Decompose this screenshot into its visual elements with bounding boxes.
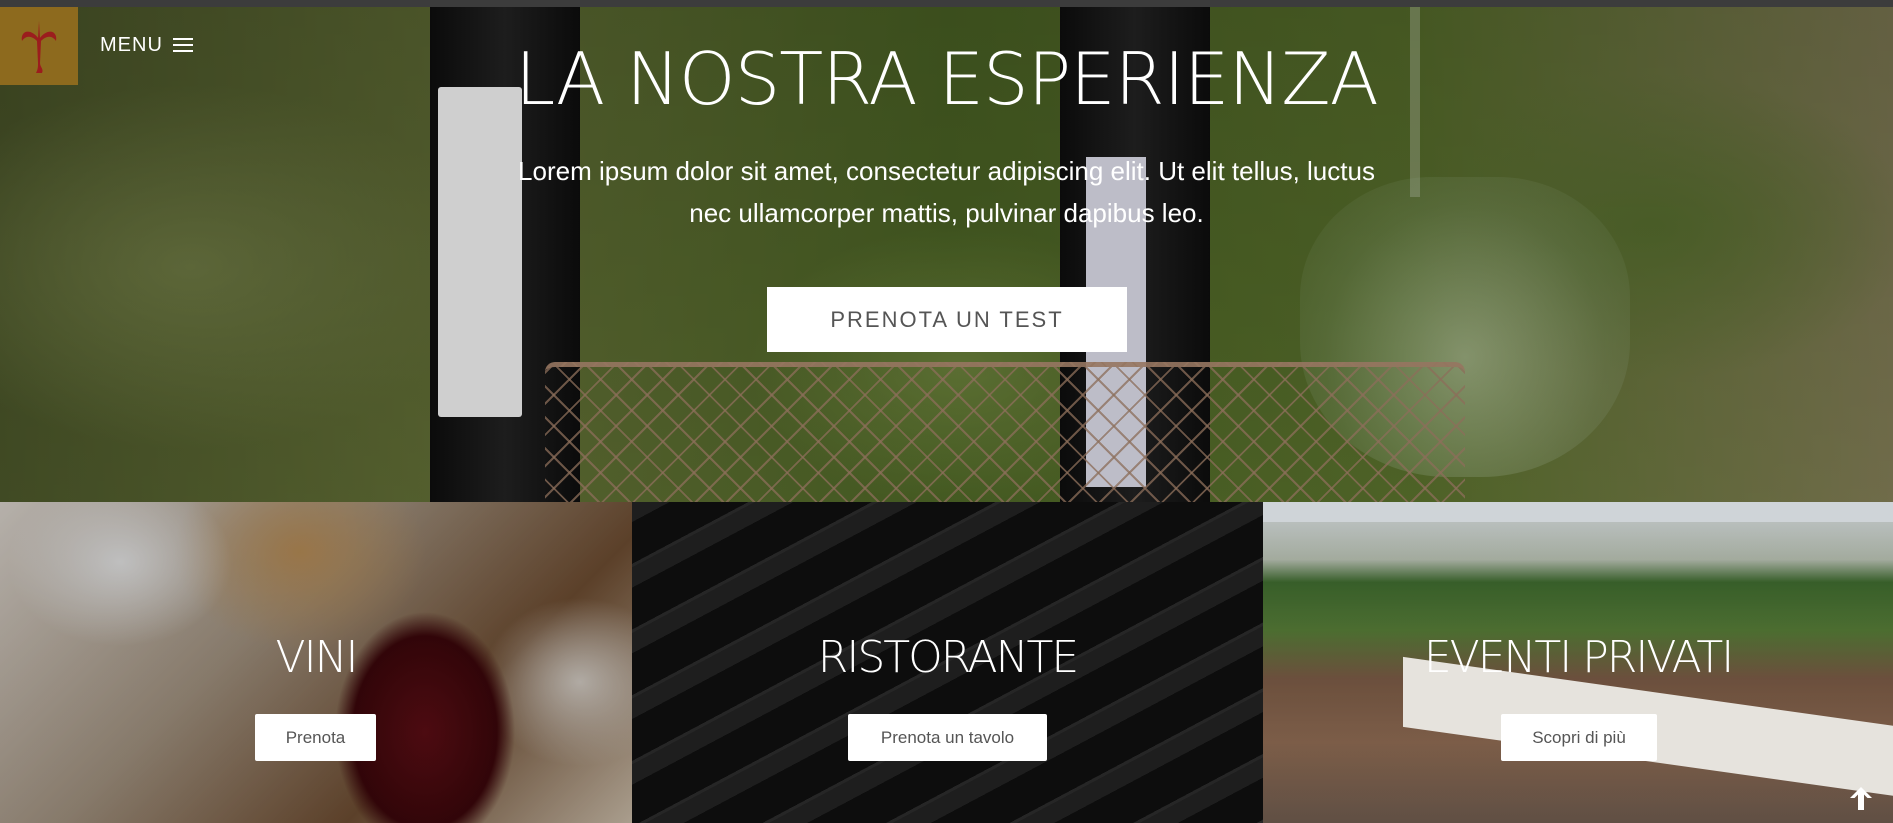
book-tasting-button[interactable]: PRENOTA UN TEST [767, 287, 1127, 352]
tile-title: VINI [275, 632, 359, 683]
logo-link[interactable] [0, 7, 78, 85]
scroll-to-top-button[interactable] [1845, 782, 1877, 814]
hamburger-icon [172, 37, 193, 53]
hero-text: Lorem ipsum dolor sit amet, consectetur … [518, 156, 1375, 228]
book-wine-button[interactable]: Prenota [255, 714, 376, 761]
book-table-button[interactable]: Prenota un tavolo [848, 714, 1047, 761]
hero-section: LA NOSTRA ESPERIENZA Lorem ipsum dolor s… [0, 7, 1893, 502]
tile-restaurant: RISTORANTE Prenota un tavolo [632, 502, 1263, 823]
hero-title: LA NOSTRA ESPERIENZA [515, 37, 1379, 121]
top-border [0, 0, 1893, 7]
menu-toggle-button[interactable]: MENU [100, 30, 193, 60]
tile-wines: VINI Prenota [0, 502, 632, 823]
tile-private-events: EVENTI PRIVATI Scopri di più [1263, 502, 1893, 823]
grape-vine-logo-icon [21, 21, 57, 73]
hero-basket-image [545, 362, 1465, 502]
tile-title: EVENTI PRIVATI [1423, 632, 1734, 683]
feature-tiles: VINI Prenota RISTORANTE Prenota un tavol… [0, 502, 1893, 823]
discover-more-button[interactable]: Scopri di più [1501, 714, 1657, 761]
tile-title: RISTORANTE [817, 632, 1079, 683]
menu-label: MENU [100, 33, 163, 56]
arrow-up-icon [1850, 787, 1872, 810]
